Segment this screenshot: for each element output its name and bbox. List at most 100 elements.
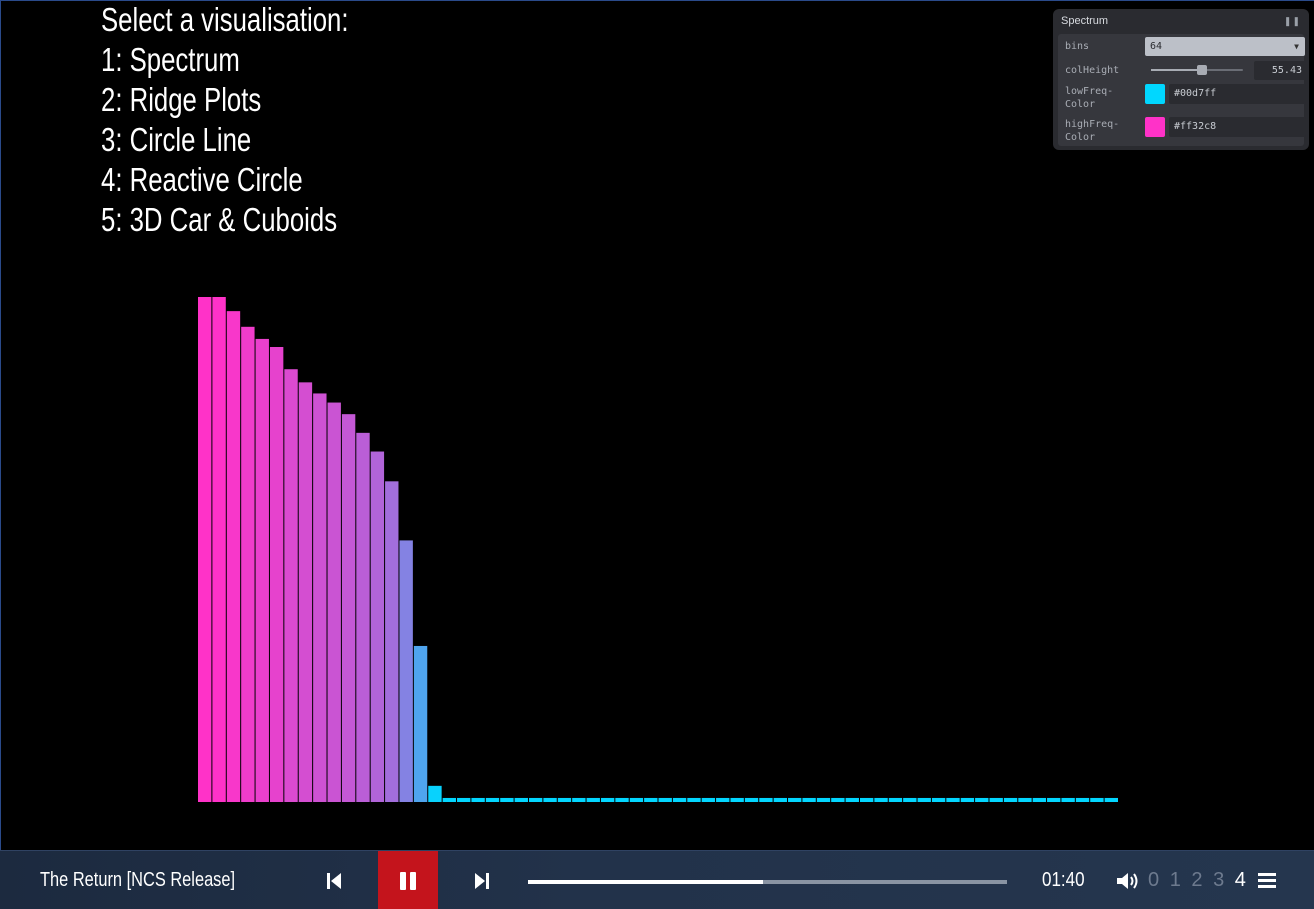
spectrum-bar (946, 797, 960, 802)
colheight-slider-handle[interactable] (1196, 65, 1207, 75)
spectrum-bar (1075, 797, 1090, 802)
play-pause-button[interactable] (378, 851, 438, 909)
settings-panel-title: Spectrum (1061, 15, 1109, 27)
lowfreq-color-input[interactable]: #00d7ff (1169, 84, 1306, 104)
spectrum-bar (500, 797, 514, 802)
visualisation-option-reactive-circle[interactable]: 4: Reactive Circle (101, 160, 349, 200)
spectrum-bar (226, 311, 241, 802)
spectrum-bar (442, 797, 457, 802)
visualisation-option-3d-car-cuboids[interactable]: 5: 3D Car & Cuboids (101, 200, 349, 240)
spectrum-bar (241, 326, 255, 802)
bins-select[interactable]: 64 ▼ (1145, 36, 1305, 56)
spectrum-bar (874, 797, 888, 802)
colheight-slider[interactable] (1151, 65, 1243, 75)
highfreq-color-label: highFreq- Color (1065, 118, 1119, 144)
visualisation-option-ridge-plots[interactable]: 2: Ridge Plots (101, 80, 349, 120)
settings-panel-header[interactable]: Spectrum ❚❚ (1053, 9, 1309, 33)
volume-level-0[interactable]: 0 (1148, 869, 1159, 891)
spectrum-bar (399, 540, 413, 802)
spectrum-bar (313, 393, 327, 802)
volume-level-2[interactable]: 2 (1191, 869, 1202, 891)
spectrum-bar (759, 797, 773, 802)
colheight-input[interactable]: 55.43 (1254, 61, 1306, 80)
next-track-button[interactable] (462, 851, 502, 909)
progress-bar-fill (528, 880, 763, 884)
volume-icon[interactable] (1116, 871, 1142, 891)
previous-track-button[interactable] (314, 851, 354, 909)
colheight-slider-fill (1151, 69, 1202, 71)
spectrum-bar (701, 797, 716, 802)
bins-label: bins (1065, 41, 1090, 52)
settings-panel-body: bins 64 ▼ colHeight 55.43 lowFreq- Color… (1058, 34, 1306, 146)
spectrum-bar (198, 297, 212, 802)
highfreq-color-input[interactable]: #ff32c8 (1169, 117, 1306, 137)
lowfreq-color-label: lowFreq- Color (1065, 85, 1113, 111)
spectrum-bar (629, 797, 644, 802)
spectrum-bar (385, 481, 399, 802)
spectrum-bar (845, 797, 859, 802)
spectrum-bar (543, 797, 557, 802)
spectrum-bar (413, 645, 428, 802)
spectrum-bar (269, 347, 284, 802)
spectrum-bar (989, 797, 1003, 802)
spectrum-bar (816, 797, 831, 802)
highfreq-color-label-line2: Color (1065, 132, 1096, 143)
highfreq-color-swatch[interactable] (1145, 117, 1165, 137)
spectrum-bar (586, 797, 600, 802)
spectrum-bar (615, 797, 629, 802)
visualisation-menu: Select a visualisation: 1: Spectrum 2: R… (101, 0, 418, 240)
spectrum-bar (457, 797, 471, 802)
highfreq-color-row: highFreq- Color #ff32c8 (1058, 117, 1306, 145)
spectrum-bar (1003, 797, 1018, 802)
spectrum-bar (255, 338, 269, 802)
spectrum-bar (327, 402, 341, 802)
colheight-label: colHeight (1065, 65, 1120, 76)
progress-bar[interactable] (528, 880, 1007, 884)
spectrum-bar (773, 797, 788, 802)
bins-row: bins 64 ▼ (1058, 36, 1305, 56)
spectrum-bar (672, 797, 687, 802)
lowfreq-color-label-line1: lowFreq- (1065, 86, 1114, 97)
bins-select-value: 64 (1150, 40, 1163, 52)
lowfreq-color-swatch[interactable] (1145, 84, 1165, 104)
spectrum-bar (1104, 797, 1118, 802)
spectrum-bar (1047, 797, 1061, 802)
hamburger-menu-icon[interactable] (1258, 871, 1280, 891)
chevron-down-icon: ▼ (1294, 41, 1299, 51)
visualisation-menu-title: Select a visualisation: (101, 1, 349, 38)
spectrum-bar (903, 797, 917, 802)
visualisation-option-spectrum[interactable]: 1: Spectrum (101, 40, 349, 80)
spectrum-bar (931, 797, 946, 802)
skip-next-icon (475, 872, 489, 889)
spectrum-bar (802, 797, 816, 802)
visualisation-option-circle-line[interactable]: 3: Circle Line (101, 120, 349, 160)
lowfreq-color-row: lowFreq- Color #00d7ff (1058, 84, 1306, 112)
spectrum-bar (658, 797, 672, 802)
spectrum-bar (514, 797, 528, 802)
spectrum-bar (212, 297, 226, 802)
spectrum-bar (1018, 797, 1032, 802)
spectrum-bar (960, 797, 975, 802)
pause-icon[interactable]: ❚❚ (1284, 16, 1301, 27)
lowfreq-color-label-line2: Color (1065, 99, 1096, 110)
spectrum-bar (528, 797, 543, 802)
spectrum-bar (485, 797, 500, 802)
volume-level-4[interactable]: 4 (1235, 869, 1246, 891)
track-title: The Return [NCS Release] (40, 869, 236, 891)
spectrum-bar (644, 797, 658, 802)
colheight-row: colHeight 55.43 (1058, 60, 1306, 80)
playback-time: 01:40 (1042, 869, 1085, 891)
volume-level-1[interactable]: 1 (1170, 869, 1181, 891)
volume-level-3[interactable]: 3 (1213, 869, 1224, 891)
spectrum-bar (975, 797, 989, 802)
spectrum-bar (687, 797, 701, 802)
spectrum-bar (428, 785, 442, 802)
spectrum-bar (341, 414, 356, 802)
spectrum-bar (744, 797, 759, 802)
spectrum-bar (730, 797, 744, 802)
spectrum-bar (788, 797, 802, 802)
spectrum-bar (831, 797, 845, 802)
spectrum-bar (859, 797, 874, 802)
highfreq-color-label-line1: highFreq- (1065, 119, 1120, 130)
spectrum-bar (917, 797, 931, 802)
